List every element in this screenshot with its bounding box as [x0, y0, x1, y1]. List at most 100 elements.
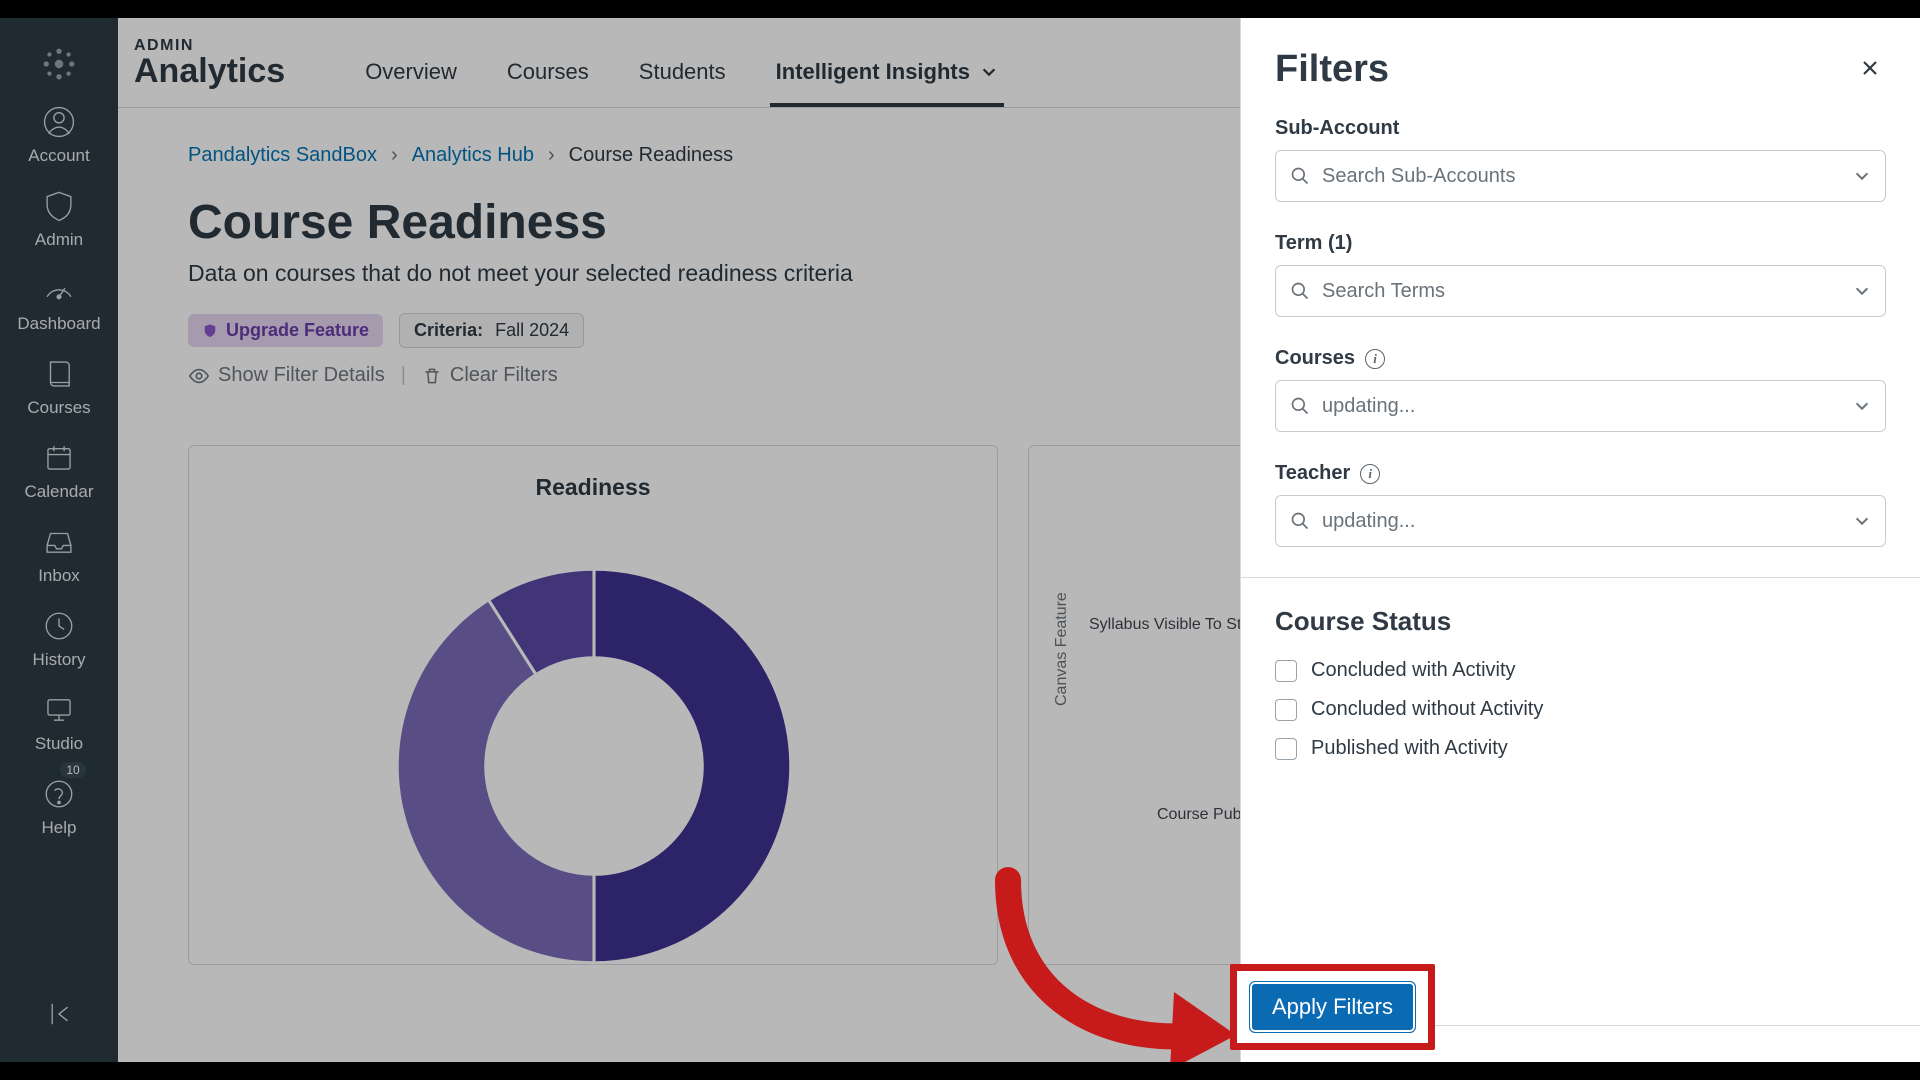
close-button[interactable]	[1854, 48, 1886, 91]
status-label: Published with Activity	[1311, 737, 1508, 760]
feature-row-published: Course Publi	[1157, 806, 1249, 824]
info-icon[interactable]: i	[1360, 464, 1380, 484]
eye-icon	[188, 365, 210, 387]
tab-label: Courses	[507, 59, 589, 85]
readiness-card-title: Readiness	[217, 474, 969, 501]
crumb-current: Course Readiness	[569, 144, 734, 167]
help-badge: 10	[60, 762, 85, 778]
status-label: Concluded without Activity	[1311, 698, 1543, 721]
trash-icon	[422, 366, 442, 386]
nav-admin[interactable]: Admin	[0, 188, 118, 250]
show-filter-details-link[interactable]: Show Filter Details	[188, 364, 385, 387]
monitor-icon	[41, 692, 77, 728]
status-label: Concluded with Activity	[1311, 659, 1516, 682]
section-divider	[1241, 577, 1920, 578]
chevron-down-icon	[1853, 397, 1871, 415]
header-tabs: Overview Courses Students Intelligent In…	[365, 18, 998, 107]
checkbox[interactable]	[1275, 660, 1297, 682]
sub-account-combo[interactable]	[1275, 150, 1886, 202]
chevron-down-icon	[1853, 167, 1871, 185]
nav-courses[interactable]: Courses	[0, 356, 118, 418]
chevron-down-icon	[1853, 282, 1871, 300]
inbox-icon	[41, 524, 77, 560]
shield-icon	[41, 188, 77, 224]
term-input[interactable]	[1322, 280, 1841, 303]
criteria-label: Criteria:	[414, 320, 483, 341]
nav-inbox[interactable]: Inbox	[0, 524, 118, 586]
upgrade-chip[interactable]: Upgrade Feature	[188, 314, 383, 347]
crumb-sandbox[interactable]: Pandalytics SandBox	[188, 144, 377, 167]
apply-filters-button[interactable]: Apply Filters	[1249, 981, 1416, 1033]
gauge-icon	[41, 272, 77, 308]
status-concluded-activity[interactable]: Concluded with Activity	[1275, 659, 1886, 682]
nav-dashboard[interactable]: Dashboard	[0, 272, 118, 334]
book-icon	[41, 356, 77, 392]
nav-label: Admin	[35, 230, 83, 250]
nav-label: History	[33, 650, 86, 670]
courses-combo[interactable]	[1275, 380, 1886, 432]
nav-calendar[interactable]: Calendar	[0, 440, 118, 502]
annotation-arrow	[968, 860, 1268, 1070]
feature-row-syllabus: Syllabus Visible To Stud	[1089, 616, 1259, 634]
nav-label: Courses	[27, 398, 90, 418]
brand: ADMIN Analytics	[134, 38, 285, 88]
teacher-input[interactable]	[1322, 510, 1841, 533]
term-combo[interactable]	[1275, 265, 1886, 317]
checkbox[interactable]	[1275, 738, 1297, 760]
canvas-logo[interactable]	[0, 46, 118, 82]
search-icon	[1290, 511, 1310, 531]
nav-label: Studio	[35, 734, 83, 754]
sub-account-field: Sub-Account	[1275, 117, 1886, 202]
nav-label: Inbox	[38, 566, 80, 586]
nav-collapse[interactable]	[0, 996, 118, 1032]
nav-studio[interactable]: Studio	[0, 692, 118, 754]
close-icon	[1860, 58, 1880, 78]
criteria-value: Fall 2024	[495, 320, 569, 341]
nav-label: Calendar	[25, 482, 94, 502]
teacher-combo[interactable]	[1275, 495, 1886, 547]
tab-courses[interactable]: Courses	[507, 59, 589, 107]
shield-filled-icon	[202, 323, 218, 339]
nav-history[interactable]: History	[0, 608, 118, 670]
calendar-icon	[41, 440, 77, 476]
status-published-activity[interactable]: Published with Activity	[1275, 737, 1886, 760]
term-label: Term (1)	[1275, 232, 1886, 255]
search-icon	[1290, 281, 1310, 301]
show-filter-details-label: Show Filter Details	[218, 364, 385, 387]
criteria-chip[interactable]: Criteria: Fall 2024	[399, 313, 584, 348]
readiness-donut-chart	[389, 561, 799, 971]
courses-input[interactable]	[1322, 395, 1841, 418]
info-icon[interactable]: i	[1365, 349, 1385, 369]
readiness-card: Readiness	[188, 445, 998, 965]
term-field: Term (1)	[1275, 232, 1886, 317]
filters-drawer: Filters Sub-Account Term (1)	[1240, 18, 1920, 1062]
nav-label: Account	[28, 146, 89, 166]
crumb-hub[interactable]: Analytics Hub	[412, 144, 534, 167]
tab-students[interactable]: Students	[639, 59, 726, 107]
nav-label: Dashboard	[17, 314, 100, 334]
checkbox[interactable]	[1275, 699, 1297, 721]
clear-filters-link[interactable]: Clear Filters	[422, 364, 558, 387]
chevron-down-icon	[1853, 512, 1871, 530]
search-icon	[1290, 166, 1310, 186]
help-icon	[41, 776, 77, 812]
clear-filters-label: Clear Filters	[450, 364, 558, 387]
canvas-logo-icon	[41, 46, 77, 82]
sub-account-input[interactable]	[1322, 165, 1841, 188]
chevron-right-icon: ›	[548, 144, 555, 167]
collapse-icon	[41, 996, 77, 1032]
sub-account-label: Sub-Account	[1275, 117, 1886, 140]
global-nav: Account Admin Dashboard Courses Calendar…	[0, 18, 118, 1062]
chevron-right-icon: ›	[391, 144, 398, 167]
teacher-field: Teacher i	[1275, 462, 1886, 547]
nav-label: Help	[42, 818, 77, 838]
status-concluded-no-activity[interactable]: Concluded without Activity	[1275, 698, 1886, 721]
nav-help[interactable]: 10 Help	[0, 776, 118, 838]
courses-label: Courses i	[1275, 347, 1886, 370]
tab-label: Students	[639, 59, 726, 85]
tab-intelligent-insights[interactable]: Intelligent Insights	[776, 59, 998, 107]
divider: |	[401, 364, 406, 387]
nav-account[interactable]: Account	[0, 104, 118, 166]
features-y-axis-label: Canvas Feature	[1053, 592, 1071, 706]
tab-overview[interactable]: Overview	[365, 59, 457, 107]
